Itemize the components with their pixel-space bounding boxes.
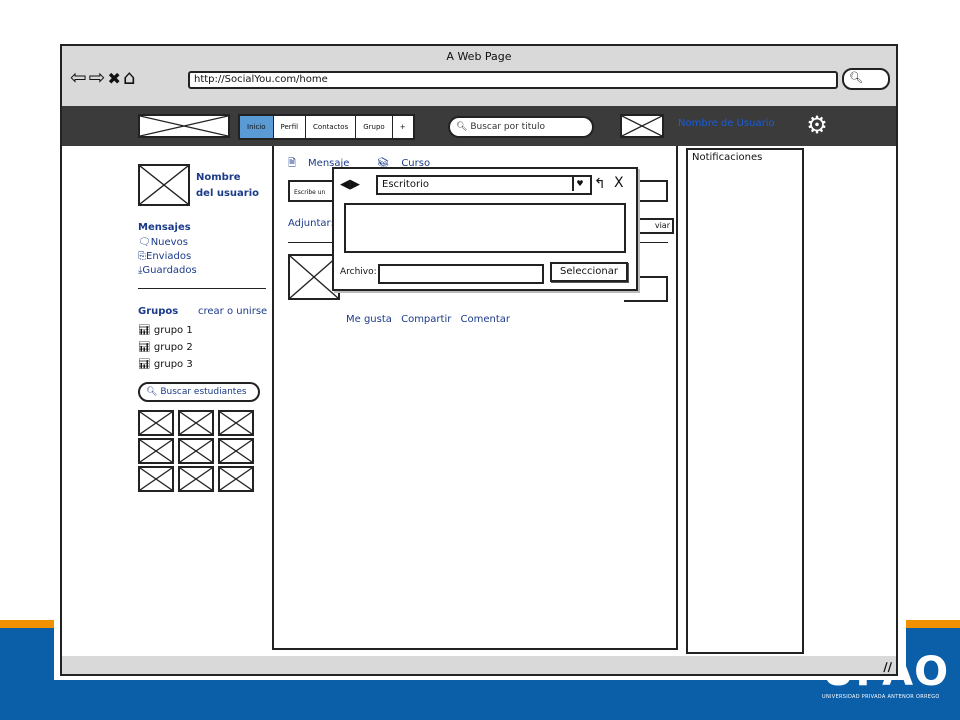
url-search-button[interactable]: 🔍︎ — [842, 68, 890, 90]
send-button[interactable]: viar — [632, 218, 674, 234]
student-thumb[interactable] — [138, 466, 174, 492]
student-thumb[interactable] — [138, 410, 174, 436]
mensajes-item-label: Nuevos — [150, 237, 188, 248]
student-thumb[interactable] — [218, 466, 254, 492]
site-toolbar: Inicio Perfil Contactos Grupo + 🔍︎ Busca… — [62, 106, 896, 146]
home-icon[interactable]: ⌂ — [123, 65, 138, 89]
mensajes-item-guardados[interactable]: ⤓Guardados — [138, 264, 197, 278]
student-search-input[interactable]: 🔍︎ Buscar estudiantes — [138, 382, 260, 402]
grupo-item-2[interactable]: 📊︎ grupo 2 — [138, 339, 193, 356]
comment-link[interactable]: Comentar — [461, 314, 511, 325]
tab-perfil[interactable]: Perfil — [274, 116, 307, 138]
grupo-item-1[interactable]: 📊︎ grupo 1 — [138, 322, 193, 339]
sidebar-divider — [138, 288, 266, 289]
profile-name-line2: del usuario — [196, 188, 260, 199]
mensajes-item-enviados[interactable]: ⎘Enviados — [138, 250, 197, 264]
grupos-title: Grupos — [138, 306, 179, 317]
gear-icon[interactable]: ⚙ — [804, 112, 830, 138]
mensajes-list: 🗨Nuevos ⎘Enviados ⤓Guardados — [138, 236, 197, 278]
student-thumb[interactable] — [178, 410, 214, 436]
file-dialog: ◀▶ Escritorio ♥ ↰ X Archivo: Seleccionar — [332, 167, 638, 291]
folder-select[interactable]: Escritorio — [376, 175, 592, 195]
tab-inicio[interactable]: Inicio — [240, 116, 274, 138]
up-folder-icon[interactable]: ↰ — [594, 176, 606, 192]
post-actions: Me gusta Compartir Comentar — [346, 314, 516, 325]
search-icon: 🔍︎ — [146, 387, 158, 397]
file-list[interactable] — [344, 203, 626, 253]
search-icon: 🔍︎ — [456, 122, 468, 132]
attach-label[interactable]: Adjuntar: — [288, 218, 334, 229]
resize-grip-icon[interactable]: ∕∕ — [883, 660, 892, 674]
chevron-down-icon[interactable]: ♥ — [572, 177, 586, 191]
mensajes-item-nuevos[interactable]: 🗨Nuevos — [138, 236, 197, 250]
grupos-list: 📊︎ grupo 1 📊︎ grupo 2 📊︎ grupo 3 — [138, 322, 193, 373]
brand-subtitle: UNIVERSIDAD PRIVADA ANTENOR ORREGO — [822, 694, 940, 700]
dialog-nav: ◀▶ — [340, 177, 360, 193]
student-search-placeholder: Buscar estudiantes — [160, 387, 247, 397]
share-link[interactable]: Compartir — [401, 314, 451, 325]
grupo-item-label: grupo 3 — [153, 359, 193, 370]
username-link[interactable]: Nombre de Usuario — [678, 118, 775, 129]
student-thumb[interactable] — [218, 438, 254, 464]
group-icon: 📊︎ — [138, 359, 151, 370]
avatar-placeholder — [620, 114, 664, 138]
grupo-item-label: grupo 1 — [153, 325, 193, 336]
tab-contactos[interactable]: Contactos — [306, 116, 357, 138]
student-thumb[interactable] — [178, 466, 214, 492]
document-icon: 🗎 — [288, 158, 297, 169]
tab-add[interactable]: + — [393, 116, 413, 138]
forward-icon[interactable]: ⇨ — [89, 65, 108, 89]
url-bar[interactable]: http://SocialYou.com/home — [188, 71, 838, 89]
dialog-back-arrow-icon[interactable]: ◀ — [340, 177, 350, 192]
browser-window: A Web Page ⇦⇨✖⌂ http://SocialYou.com/hom… — [60, 44, 898, 676]
window-title: A Web Page — [446, 50, 512, 63]
grupo-item-label: grupo 2 — [153, 342, 193, 353]
search-icon: 🔍︎ — [849, 71, 863, 84]
mensajes-item-label: Guardados — [142, 265, 197, 276]
profile-name[interactable]: Nombre del usuario — [196, 170, 259, 202]
title-search-input[interactable]: 🔍︎ Buscar por titulo — [448, 116, 594, 138]
profile-name-line1: Nombre — [196, 172, 241, 183]
student-thumb[interactable] — [138, 438, 174, 464]
notifications-panel: Notificaciones — [686, 148, 804, 654]
main-tabs: Inicio Perfil Contactos Grupo + — [238, 114, 415, 140]
group-icon: 📊︎ — [138, 342, 151, 353]
tab-grupo[interactable]: Grupo — [356, 116, 393, 138]
back-icon[interactable]: ⇦ — [70, 65, 89, 89]
students-grid — [138, 410, 254, 492]
title-search-placeholder: Buscar por titulo — [470, 122, 545, 132]
profile-photo-placeholder — [138, 164, 190, 206]
stop-icon[interactable]: ✖ — [108, 69, 123, 88]
mensajes-title: Mensajes — [138, 222, 191, 233]
student-thumb[interactable] — [218, 410, 254, 436]
grupo-item-3[interactable]: 📊︎ grupo 3 — [138, 356, 193, 373]
file-name-input[interactable] — [378, 264, 544, 284]
notifications-title: Notificaciones — [692, 152, 763, 163]
dialog-close-button[interactable]: X — [614, 175, 624, 191]
send-icon: ⎘ — [138, 251, 146, 262]
file-label: Archivo: — [340, 267, 377, 277]
chat-icon: 🗨 — [138, 237, 151, 248]
status-bar: ∕∕ — [62, 658, 896, 674]
student-thumb[interactable] — [178, 438, 214, 464]
site-logo-placeholder — [138, 114, 230, 138]
nav-icons[interactable]: ⇦⇨✖⌂ — [70, 65, 138, 91]
like-link[interactable]: Me gusta — [346, 314, 392, 325]
dialog-forward-arrow-icon[interactable]: ▶ — [350, 177, 360, 192]
group-icon: 📊︎ — [138, 325, 151, 336]
select-button[interactable]: Seleccionar — [550, 262, 628, 282]
mensajes-item-label: Enviados — [146, 251, 192, 262]
grupos-create-link[interactable]: crear o unirse — [198, 306, 267, 317]
